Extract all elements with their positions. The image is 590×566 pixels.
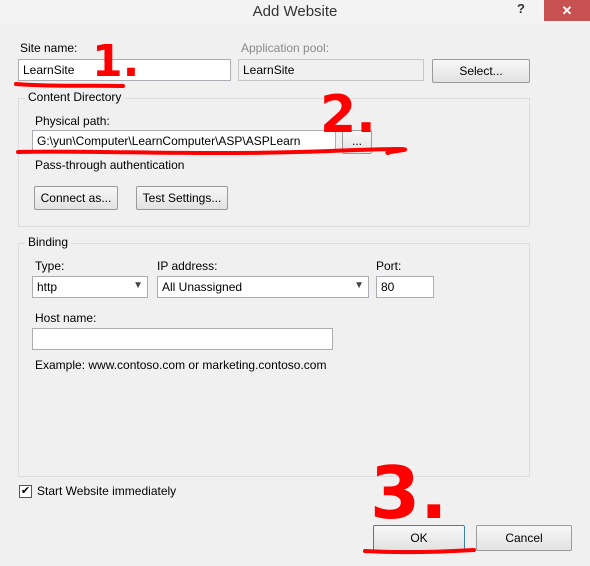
binding-title: Binding — [25, 235, 72, 249]
chevron-down-icon: ▼ — [354, 280, 364, 291]
site-name-label: Site name: — [20, 41, 78, 55]
cancel-button[interactable]: Cancel — [476, 525, 572, 551]
ok-button[interactable]: OK — [373, 525, 465, 551]
connect-as-button[interactable]: Connect as... — [34, 186, 118, 210]
type-label: Type: — [35, 259, 65, 273]
physical-path-input[interactable]: G:\yun\Computer\LearnComputer\ASP\ASPLea… — [32, 130, 336, 152]
application-pool-field: LearnSite — [238, 59, 424, 81]
ip-address-select[interactable]: All Unassigned ▼ — [157, 276, 369, 298]
application-pool-label: Application pool: — [241, 41, 330, 55]
window-title: Add Website — [252, 3, 338, 20]
type-select[interactable]: http ▼ — [32, 276, 148, 298]
host-name-input[interactable] — [32, 328, 333, 350]
example-hint: Example: www.contoso.com or marketing.co… — [35, 358, 327, 372]
select-pool-button[interactable]: Select... — [432, 59, 530, 83]
ip-address-label: IP address: — [157, 259, 218, 273]
help-icon[interactable]: ? — [510, 1, 532, 21]
site-name-input[interactable]: LearnSite — [18, 59, 231, 81]
type-select-value: http — [37, 280, 58, 294]
close-button[interactable]: ✕ — [544, 0, 590, 21]
browse-button[interactable]: ... — [342, 130, 372, 154]
start-website-label: Start Website immediately — [37, 484, 177, 498]
port-label: Port: — [376, 259, 402, 273]
physical-path-label: Physical path: — [35, 114, 110, 128]
site-name-underline — [14, 82, 125, 88]
test-settings-button[interactable]: Test Settings... — [136, 186, 228, 210]
host-name-label: Host name: — [35, 311, 97, 325]
pass-through-authentication-label: Pass-through authentication — [35, 158, 185, 172]
content-directory-title: Content Directory — [25, 90, 125, 104]
start-website-checkbox[interactable]: ✔ — [19, 485, 32, 498]
ip-address-select-value: All Unassigned — [162, 280, 243, 294]
chevron-down-icon: ▼ — [133, 280, 143, 291]
port-input[interactable]: 80 — [376, 276, 434, 298]
